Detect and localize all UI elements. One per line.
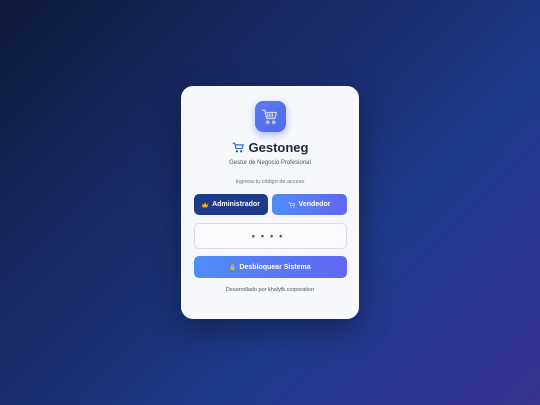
login-card: Gestoneg Gestor de Negocio Profesional I… (181, 86, 359, 319)
lock-icon (230, 264, 235, 270)
role-admin-button[interactable]: Administrador (193, 194, 268, 215)
shopping-cart-icon (287, 201, 295, 208)
access-code-input[interactable]: •••• (193, 223, 347, 249)
app-title: Gestoneg (248, 140, 309, 155)
app-logo (254, 101, 286, 132)
role-selector: Administrador Vendedor (193, 194, 347, 215)
crown-icon (201, 201, 209, 207)
role-vendor-label: Vendedor (298, 201, 331, 208)
unlock-button[interactable]: Desbloquear Sistema (193, 256, 347, 278)
shopping-cart-icon (232, 141, 245, 154)
shopping-cart-icon (261, 109, 278, 124)
footer-credit: Desarrollado por khalyfk.corporation (225, 287, 315, 293)
role-admin-label: Administrador (212, 201, 260, 208)
access-code-prompt: Ingresa tu código de acceso (235, 179, 305, 185)
app-subtitle: Gestor de Negocio Profesional (229, 160, 311, 166)
unlock-label: Desbloquear Sistema (239, 263, 311, 271)
app-title-row: Gestoneg (232, 140, 309, 155)
role-vendor-button[interactable]: Vendedor (271, 194, 347, 215)
